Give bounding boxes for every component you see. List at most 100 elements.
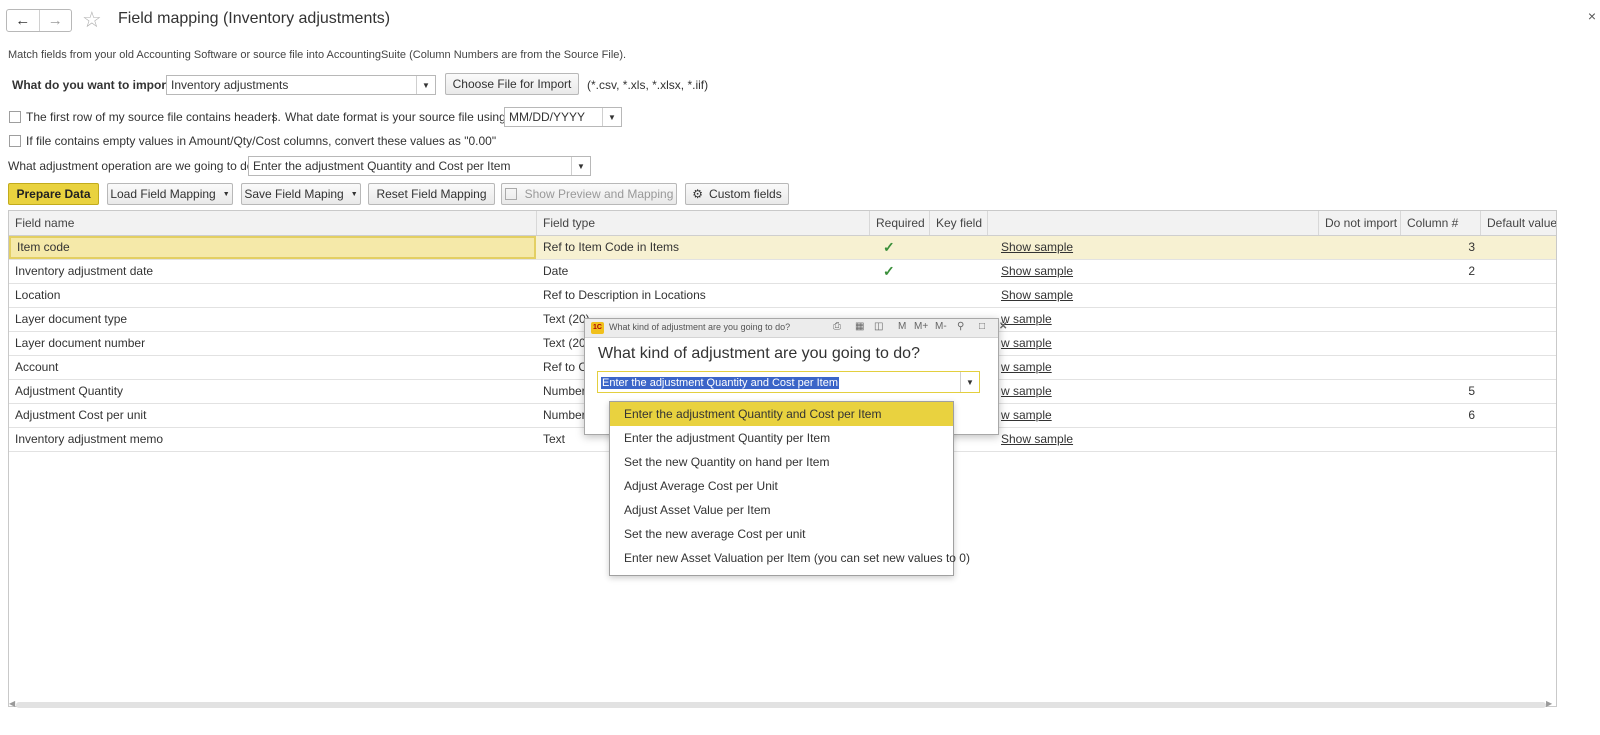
- save-field-mapping-button[interactable]: Save Field Maping ▼: [241, 183, 361, 205]
- show-sample-link[interactable]: w sample: [995, 332, 1295, 355]
- headers-checkbox-label: The first row of my source file contains…: [26, 110, 281, 124]
- column-number-cell[interactable]: 6: [1401, 404, 1481, 427]
- choose-file-button[interactable]: Choose File for Import: [445, 73, 579, 95]
- dialog-titlebar[interactable]: 1C What kind of adjustment are you going…: [585, 319, 1007, 338]
- column-number-cell[interactable]: 3: [1401, 236, 1481, 259]
- memory-subtract-icon[interactable]: M-: [935, 321, 947, 332]
- required-check-icon: ✓: [883, 239, 895, 255]
- dropdown-option[interactable]: Enter the adjustment Quantity and Cost p…: [610, 402, 953, 426]
- empty-values-checkbox-label: If file contains empty values in Amount/…: [26, 134, 497, 148]
- load-field-mapping-label: Load Field Mapping: [110, 187, 216, 201]
- app-logo-icon: 1C: [591, 322, 604, 334]
- scroll-left-icon[interactable]: ◀: [9, 699, 15, 708]
- memory-store-icon[interactable]: M: [898, 321, 906, 332]
- adjustment-kind-select[interactable]: Enter the adjustment Quantity and Cost p…: [597, 371, 980, 393]
- custom-fields-label: Custom fields: [709, 187, 782, 201]
- required-check-icon: ✓: [883, 263, 895, 279]
- calendar-icon[interactable]: ◫: [874, 321, 883, 332]
- operation-value: Enter the adjustment Quantity and Cost p…: [253, 159, 511, 173]
- dialog-title: What kind of adjustment are you going to…: [609, 322, 791, 332]
- show-sample-link[interactable]: w sample: [995, 404, 1295, 427]
- operation-select[interactable]: Enter the adjustment Quantity and Cost p…: [248, 156, 591, 176]
- memory-add-icon[interactable]: M+: [914, 321, 928, 332]
- show-sample-link[interactable]: w sample: [995, 356, 1295, 379]
- column-header-sample[interactable]: [988, 211, 1319, 235]
- load-field-mapping-button[interactable]: Load Field Mapping ▼: [107, 183, 233, 205]
- field-type-cell[interactable]: Ref to Item Code in Items: [537, 236, 870, 259]
- chevron-down-icon[interactable]: ▼: [571, 157, 590, 175]
- field-type-cell[interactable]: Date: [537, 260, 870, 283]
- field-name-cell[interactable]: Adjustment Cost per unit: [9, 404, 536, 427]
- column-number-cell[interactable]: 2: [1401, 260, 1481, 283]
- navigation-buttons: ← →: [6, 9, 72, 32]
- import-label: What do you want to import?: [12, 78, 178, 92]
- dropdown-option[interactable]: Enter the adjustment Quantity per Item: [610, 426, 953, 450]
- show-sample-link[interactable]: Show sample: [995, 428, 1295, 451]
- reset-field-mapping-button[interactable]: Reset Field Mapping: [368, 183, 495, 205]
- dropdown-option[interactable]: Enter new Asset Valuation per Item (you …: [610, 546, 970, 570]
- chevron-down-icon[interactable]: ▼: [416, 76, 435, 94]
- show-sample-link[interactable]: Show sample: [995, 284, 1295, 307]
- table-row[interactable]: Location Ref to Description in Locations…: [9, 284, 1556, 308]
- show-sample-link[interactable]: Show sample: [995, 260, 1295, 283]
- dialog-heading: What kind of adjustment are you going to…: [598, 345, 920, 362]
- column-header-field-type[interactable]: Field type: [537, 211, 870, 235]
- table-icon: [504, 188, 517, 200]
- custom-fields-button[interactable]: ⚙ Custom fields: [685, 183, 789, 205]
- field-name-cell[interactable]: Item code: [9, 236, 536, 259]
- maximize-icon[interactable]: □: [979, 321, 985, 332]
- close-icon[interactable]: ✕: [999, 321, 1007, 332]
- close-icon[interactable]: ×: [1588, 8, 1596, 24]
- date-format-value: MM/DD/YYYY: [509, 110, 586, 124]
- field-name-cell[interactable]: Layer document type: [9, 308, 536, 331]
- show-sample-link[interactable]: w sample: [995, 308, 1295, 331]
- dropdown-option[interactable]: Adjust Asset Value per Item: [610, 498, 953, 522]
- chevron-down-icon: ▼: [350, 190, 358, 198]
- star-icon[interactable]: ☆: [82, 8, 102, 32]
- selected-text: Enter the adjustment Quantity and Cost p…: [601, 377, 840, 389]
- separator: |: [272, 110, 276, 124]
- show-sample-link[interactable]: w sample: [995, 380, 1295, 403]
- headers-checkbox[interactable]: [9, 111, 21, 123]
- calculator-icon[interactable]: ▦: [855, 321, 864, 332]
- field-name-cell[interactable]: Account: [9, 356, 536, 379]
- date-format-label: What date format is your source file usi…: [285, 110, 516, 124]
- field-name-cell[interactable]: Adjustment Quantity: [9, 380, 536, 403]
- dropdown-option[interactable]: Set the new average Cost per unit: [610, 522, 953, 546]
- column-header-default-value[interactable]: Default value: [1481, 211, 1556, 235]
- file-extensions-text: (*.csv, *.xls, *.xlsx, *.iif): [587, 78, 709, 92]
- chevron-down-icon[interactable]: ▼: [960, 372, 979, 392]
- adjustment-kind-dropdown: Enter the adjustment Quantity and Cost p…: [609, 401, 970, 576]
- field-name-cell[interactable]: Inventory adjustment date: [9, 260, 536, 283]
- back-arrow-icon[interactable]: ←: [7, 10, 39, 31]
- show-preview-button[interactable]: Show Preview and Mapping: [501, 183, 677, 205]
- chevron-down-icon[interactable]: ▼: [602, 108, 621, 126]
- column-header-field-name[interactable]: Field name: [9, 211, 537, 235]
- field-type-cell[interactable]: Ref to Description in Locations: [537, 284, 870, 307]
- print-icon[interactable]: ⎙: [833, 321, 841, 332]
- column-header-do-not-import[interactable]: Do not import: [1319, 211, 1401, 235]
- field-name-cell[interactable]: Inventory adjustment memo: [9, 428, 536, 451]
- column-number-cell[interactable]: 5: [1401, 380, 1481, 403]
- empty-values-checkbox[interactable]: [9, 135, 21, 147]
- page-title: Field mapping (Inventory adjustments): [118, 10, 391, 27]
- dropdown-option[interactable]: Adjust Average Cost per Unit: [610, 474, 953, 498]
- table-row[interactable]: Item code Ref to Item Code in Items ✓ Sh…: [9, 236, 1556, 260]
- dropdown-option[interactable]: Set the new Quantity on hand per Item: [610, 450, 953, 474]
- horizontal-scrollbar[interactable]: [16, 702, 1546, 708]
- date-format-select[interactable]: MM/DD/YYYY ▼: [504, 107, 622, 127]
- prepare-data-button[interactable]: Prepare Data: [8, 183, 99, 205]
- operation-label: What adjustment operation are we going t…: [8, 159, 257, 173]
- field-name-cell[interactable]: Location: [9, 284, 536, 307]
- column-header-required[interactable]: Required: [870, 211, 930, 235]
- column-header-key-field[interactable]: Key field: [930, 211, 988, 235]
- forward-arrow-icon[interactable]: →: [38, 10, 72, 31]
- import-type-value: Inventory adjustments: [171, 78, 289, 92]
- zoom-icon[interactable]: ⚲: [957, 321, 964, 332]
- column-header-column-number[interactable]: Column #: [1401, 211, 1481, 235]
- show-sample-link[interactable]: Show sample: [995, 236, 1295, 259]
- import-type-select[interactable]: Inventory adjustments ▼: [166, 75, 436, 95]
- table-row[interactable]: Inventory adjustment date Date ✓ Show sa…: [9, 260, 1556, 284]
- field-name-cell[interactable]: Layer document number: [9, 332, 536, 355]
- scroll-right-icon[interactable]: ▶: [1546, 699, 1552, 708]
